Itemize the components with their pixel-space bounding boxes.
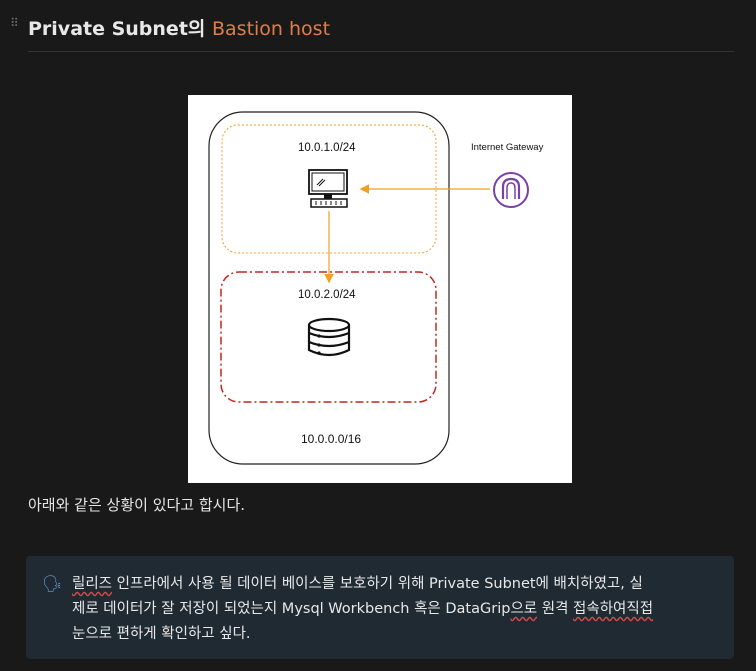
callout-block: 🗣 릴리즈 인프라에서 사용 될 데이터 베이스를 보호하기 위해 Privat… xyxy=(26,556,734,659)
network-diagram-image[interactable]: 10.0.1.0/24 10.0.2.0/24 10.0.0.0/16 Inte… xyxy=(188,95,572,483)
heading-accent: Bastion host xyxy=(212,18,331,40)
callout-text-part-4: 눈으로 편하게 확인하고 싶다. xyxy=(72,626,251,642)
heading-divider xyxy=(28,51,734,52)
internet-gateway-icon xyxy=(493,172,529,208)
heading-prefix: Private Subnet의 xyxy=(28,18,212,40)
callout-text[interactable]: 릴리즈 인프라에서 사용 될 데이터 베이스를 보호하기 위해 Private … xyxy=(72,572,724,647)
callout-text-part-1: 인프라에서 사용 될 데이터 베이스를 보호하기 위해 Private Subn… xyxy=(112,576,643,592)
callout-text-part-2: 제로 데이터가 잘 저장이 되었는지 Mysql Workbench 혹은 Da… xyxy=(72,601,511,617)
bastion-host-computer-icon xyxy=(308,169,348,208)
public-subnet-cidr-label: 10.0.1.0/24 xyxy=(298,142,356,154)
private-subnet-cidr-label: 10.0.2.0/24 xyxy=(298,289,356,301)
page-heading: Private Subnet의 Bastion host xyxy=(28,14,330,41)
internet-gateway-label: Internet Gateway xyxy=(471,142,544,153)
body-paragraph: 아래와 같은 상황이 있다고 합시다. xyxy=(28,496,246,514)
page: ⠿ Private Subnet의 Bastion host 10.0.1.0/… xyxy=(0,0,756,671)
network-diagram-svg: 10.0.1.0/24 10.0.2.0/24 10.0.0.0/16 Inte… xyxy=(208,111,544,465)
speaking-head-icon[interactable]: 🗣 xyxy=(42,574,62,593)
database-icon xyxy=(307,317,351,357)
vpc-boundary xyxy=(208,111,450,465)
callout-text-part-3: 원격 xyxy=(537,601,574,617)
vpc-cidr-label: 10.0.0.0/16 xyxy=(301,432,361,446)
spellcheck-word-euro: 으로 xyxy=(510,601,538,617)
spellcheck-word-release: 릴리즈 xyxy=(72,576,113,592)
drag-handle-icon[interactable]: ⠿ xyxy=(10,17,20,35)
spellcheck-word-direct: 접속하여직접 xyxy=(573,601,654,617)
